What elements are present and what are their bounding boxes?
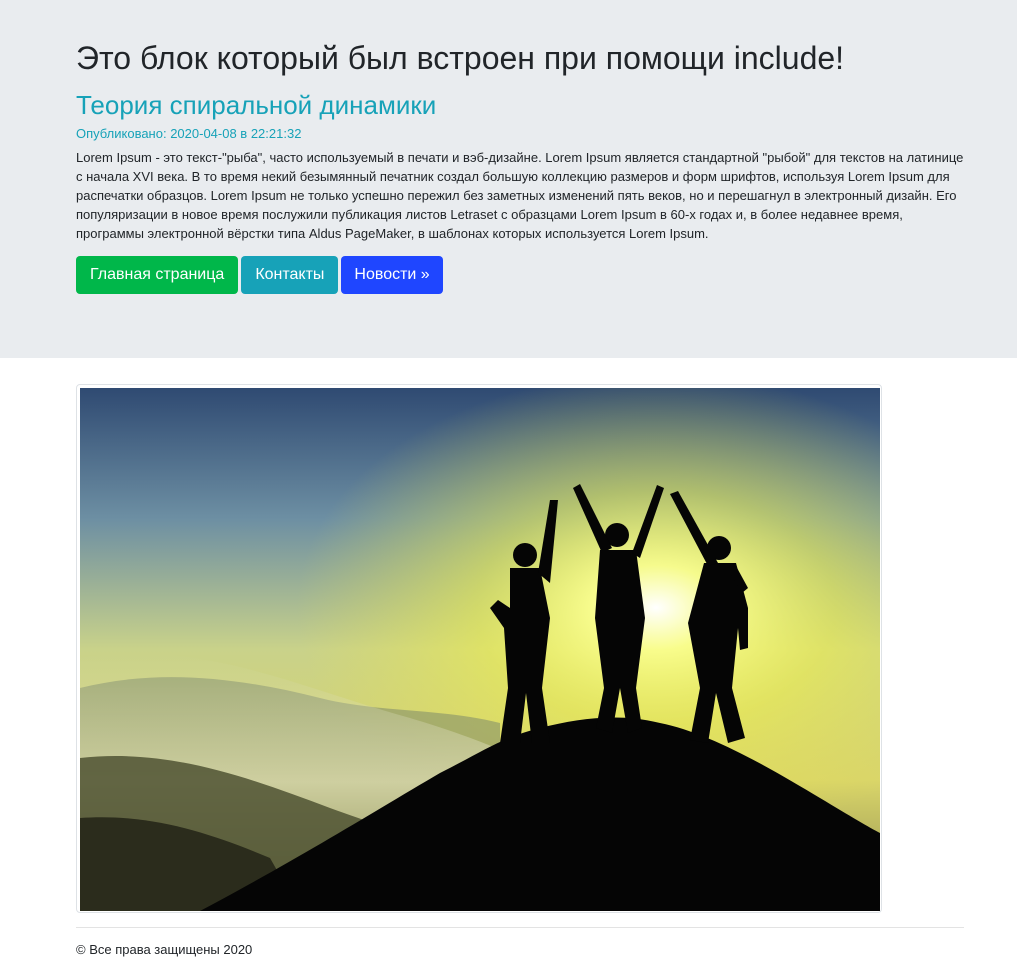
post-title: Теория спиральной динамики <box>76 90 437 120</box>
home-button[interactable]: Главная страница <box>76 256 239 294</box>
footer-copyright: © Все права защищены 2020 <box>76 942 253 957</box>
post-date: Опубликовано: 2020-04-08 в 22:21:32 <box>76 126 302 141</box>
post-image <box>76 384 882 913</box>
contacts-button[interactable]: Контакты <box>241 256 339 294</box>
summit-silhouette-image <box>80 388 880 911</box>
footer-divider <box>76 927 964 928</box>
post-body: Lorem Ipsum - это текст-"рыба", часто ис… <box>76 150 964 241</box>
news-button[interactable]: Новости » <box>341 256 443 294</box>
button-row: Главная страница Контакты Новости » <box>76 256 443 294</box>
include-title: Это блок который был встроен при помощи … <box>76 40 845 76</box>
